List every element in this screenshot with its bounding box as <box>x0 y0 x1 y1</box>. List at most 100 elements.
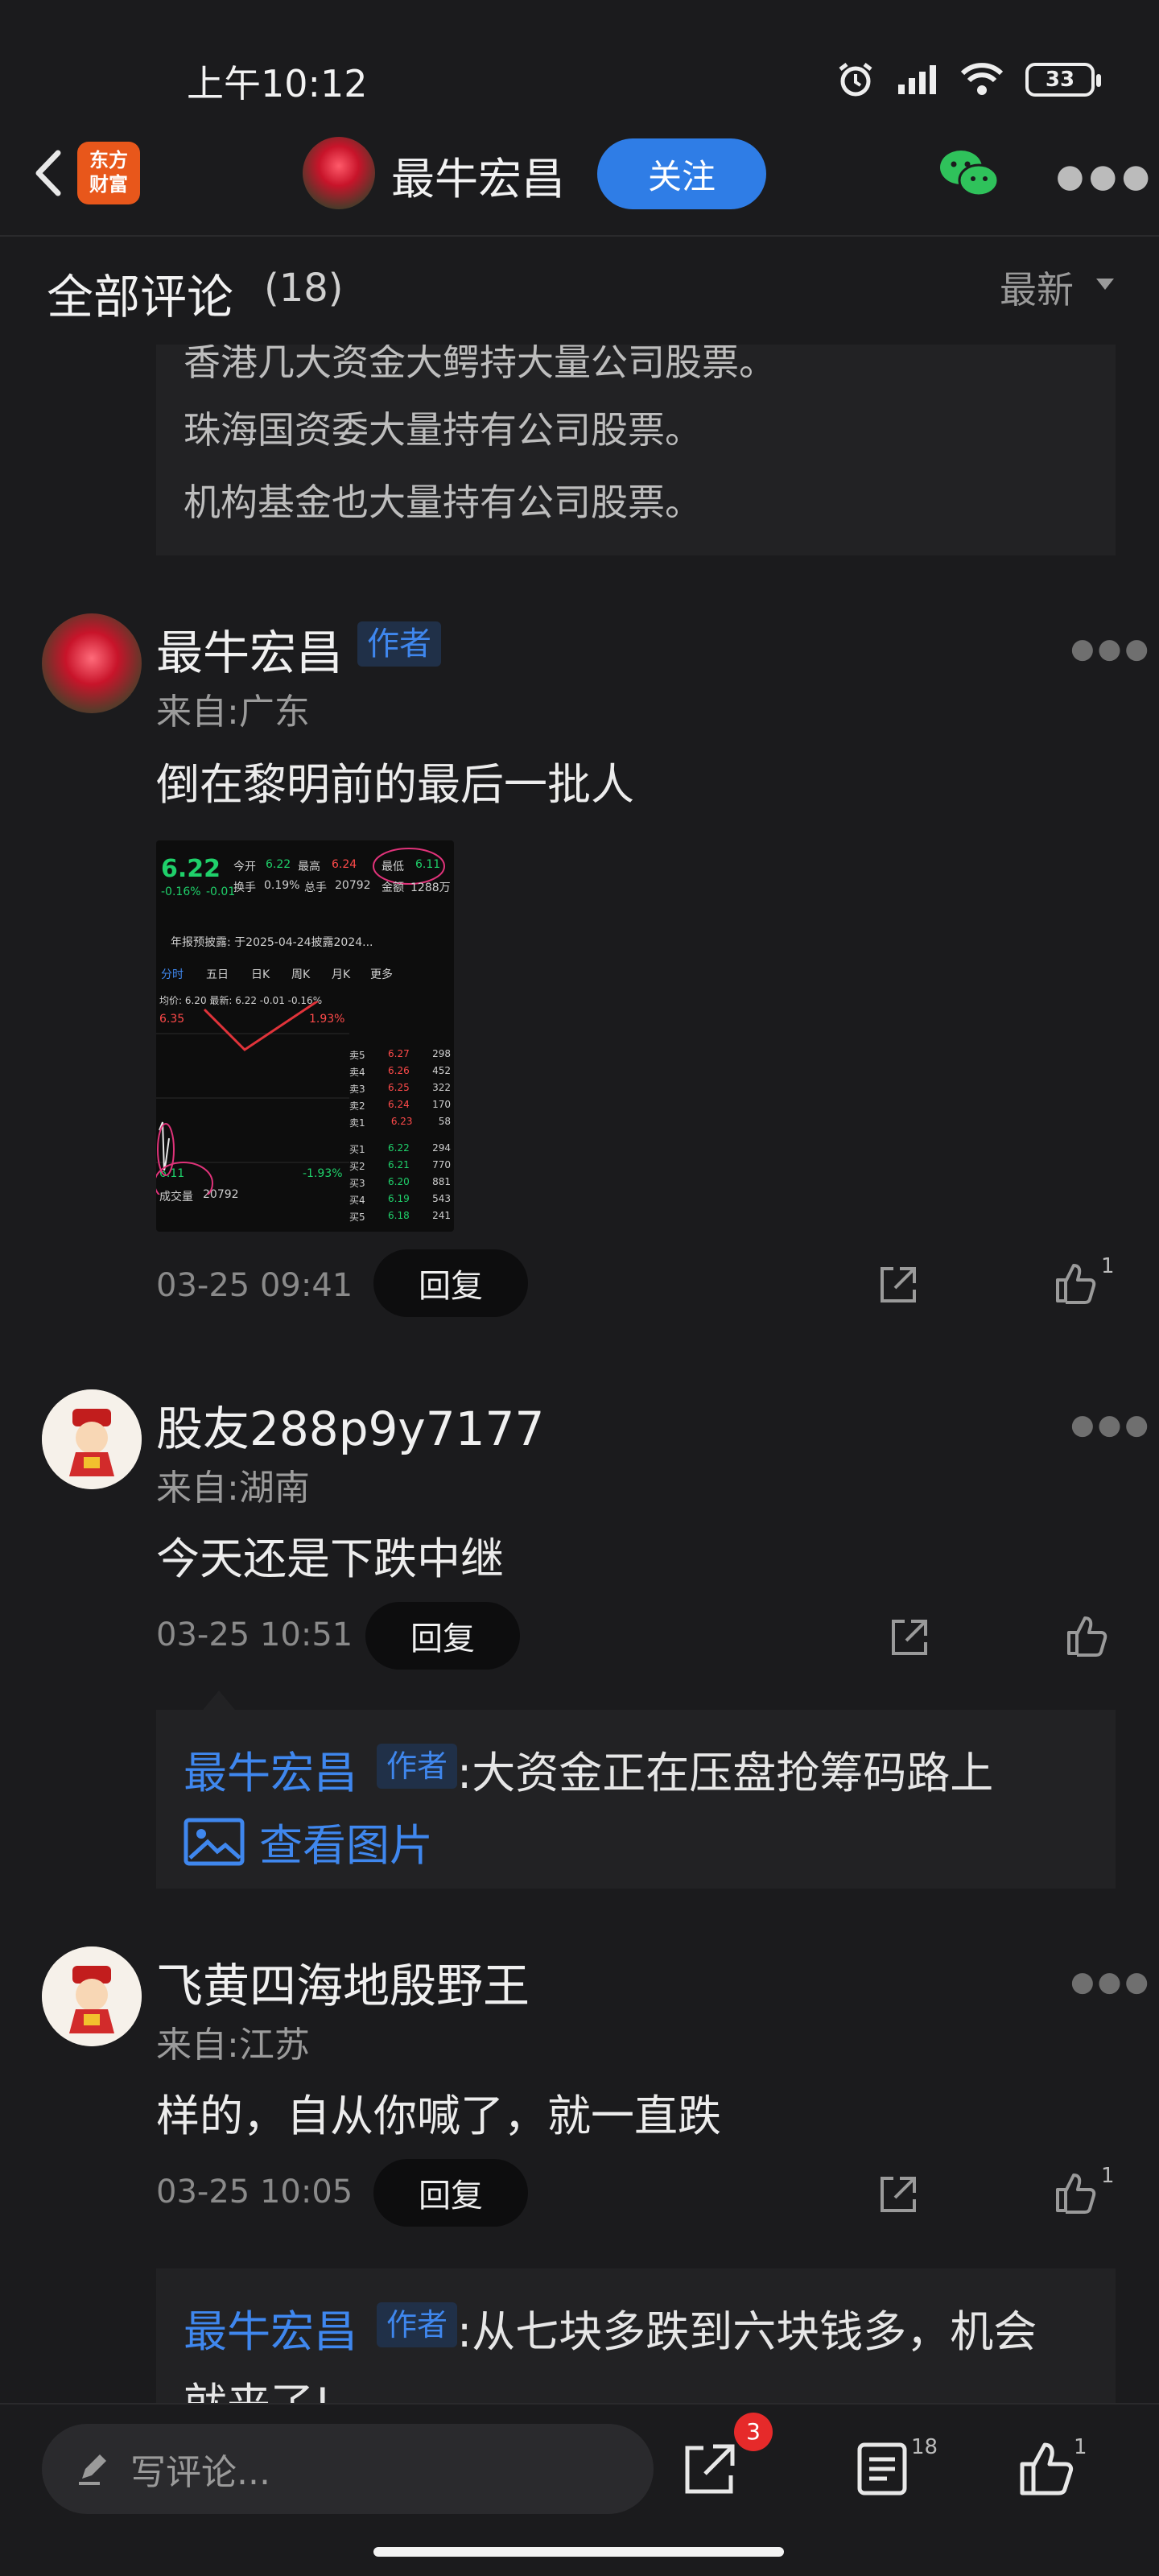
commenter-avatar[interactable] <box>42 613 142 713</box>
like-count: 1 <box>1101 1254 1115 1278</box>
fortune-god-avatar-icon <box>42 1946 142 2046</box>
order-book-volume: 170 <box>432 1099 451 1110</box>
order-book-row: 卖1 6.23 58 <box>349 1116 451 1129</box>
stock-notice: 年报预披露: 于2025-04-24披露2024... <box>171 936 373 949</box>
order-book-row: 卖3 6.25 322 <box>349 1082 451 1096</box>
stock-high-label: 最高 <box>298 861 320 873</box>
stock-amount: 1288万 <box>410 881 451 894</box>
order-book-label: 买4 <box>349 1195 365 1206</box>
commenter-name[interactable]: 股友288p9y7177 <box>156 1391 544 1459</box>
author-badge: 作者 <box>377 2302 458 2347</box>
stock-high: 6.24 <box>332 858 357 871</box>
stock-turnover-label: 换手 <box>233 881 256 894</box>
write-comment-placeholder: 写评论... <box>130 2452 270 2493</box>
image-icon <box>184 1818 245 1865</box>
status-time: 上午10:12 <box>187 62 368 105</box>
like-icon[interactable] <box>1017 2440 1075 2498</box>
share-icon[interactable] <box>681 2440 739 2498</box>
reply-button[interactable]: 回复 <box>373 1249 528 1317</box>
brand-logo-line2: 财富 <box>89 173 128 196</box>
sub-reply-card[interactable]: 最牛宏昌 作者 :大资金正在压盘抢筹码路上 查看图片 <box>156 1690 1116 1889</box>
order-book-row: 买4 6.19 543 <box>349 1193 451 1207</box>
like-icon[interactable] <box>1053 2170 1098 2215</box>
comment-more-icon[interactable]: ●●● <box>1070 1409 1152 1441</box>
write-comment-input[interactable]: 写评论... <box>42 2424 654 2514</box>
order-book-row: 卖2 6.24 170 <box>349 1099 451 1113</box>
commenter-avatar[interactable] <box>42 1946 142 2046</box>
comment-image-stock-chart[interactable]: 6.22 -0.16% -0.01 今开 6.22 最高 6.24 最低 6.1… <box>156 840 454 1232</box>
like-count: 1 <box>1101 2164 1115 2188</box>
sub-reply-name[interactable]: 最牛宏昌 <box>184 2296 357 2359</box>
stock-volume: 20792 <box>335 879 371 892</box>
order-book-label: 卖4 <box>349 1067 365 1078</box>
like-icon[interactable] <box>1053 1261 1098 1306</box>
comment-time: 03-25 10:51 <box>156 1616 353 1653</box>
top-nav: 东方 财富 最牛宏昌 关注 ●●● <box>0 121 1159 233</box>
brand-logo-line1: 东方 <box>89 149 128 171</box>
author-badge: 作者 <box>357 621 441 667</box>
view-image-label: 查看图片 <box>259 1820 433 1871</box>
author-avatar[interactable] <box>303 137 375 209</box>
share-badge: 3 <box>734 2413 773 2451</box>
comment-more-icon[interactable]: ●●● <box>1070 1966 1152 1998</box>
order-book-row: 买2 6.21 770 <box>349 1159 451 1173</box>
commenter-location: 来自:江苏 <box>156 2025 310 2066</box>
more-options-icon[interactable]: ●●● <box>1056 158 1155 195</box>
fortune-god-avatar-icon <box>42 1389 142 1489</box>
share-icon[interactable] <box>876 2172 921 2217</box>
sub-reply-card[interactable]: 最牛宏昌 作者 :从七块多跌到六块钱多，机会 就来了! <box>156 2268 1116 2403</box>
sub-reply-text-cont: 就来了! <box>184 2368 332 2403</box>
wechat-share-icon[interactable] <box>937 145 1001 201</box>
order-book-label: 卖2 <box>349 1100 365 1112</box>
back-arrow-icon[interactable] <box>23 145 79 201</box>
order-book-row: 买1 6.22 294 <box>349 1142 451 1156</box>
author-name[interactable]: 最牛宏昌 <box>391 143 565 207</box>
battery-level: 33 <box>1045 68 1075 92</box>
brand-logo[interactable]: 东方 财富 <box>77 142 140 204</box>
stock-amount-label: 金额 <box>382 881 404 894</box>
order-book-volume: 881 <box>432 1176 451 1187</box>
comments-list-icon[interactable] <box>853 2440 911 2498</box>
order-book-price: 6.18 <box>388 1210 410 1221</box>
stock-change-abs: -0.01 <box>206 886 236 898</box>
stock-open-label: 今开 <box>233 861 256 873</box>
chevron-down-icon[interactable] <box>1096 279 1114 290</box>
reply-button[interactable]: 回复 <box>365 1602 520 1670</box>
order-book-row: 买3 6.20 881 <box>349 1176 451 1190</box>
stock-price: 6.22 <box>161 855 221 883</box>
stock-tab: 日K <box>251 968 270 981</box>
comment-text: 今天还是下跌中继 <box>156 1534 504 1584</box>
stock-tab: 更多 <box>370 968 393 981</box>
stock-intraday-chart <box>156 1001 349 1195</box>
order-book-label: 卖5 <box>349 1050 365 1061</box>
order-book-label: 卖3 <box>349 1084 365 1095</box>
follow-button[interactable]: 关注 <box>597 138 766 209</box>
share-icon[interactable] <box>876 1262 921 1307</box>
commenter-name[interactable]: 最牛宏昌 <box>156 615 343 683</box>
sort-dropdown[interactable]: 最新 <box>1000 261 1074 314</box>
view-image-link[interactable]: 查看图片 <box>184 1810 433 1873</box>
sub-reply-text: :从七块多跌到六块钱多，机会 <box>457 2306 1037 2357</box>
sub-reply-text: :大资金正在压盘抢筹码路上 <box>457 1748 994 1798</box>
header-divider <box>0 235 1159 237</box>
quoted-reply-card: 香港几大资金大鳄持大量公司股票。 珠海国资委大量持有公司股票。 机构基金也大量持… <box>156 345 1116 555</box>
order-book-price: 6.22 <box>388 1142 410 1154</box>
comments-count: (18) <box>264 266 344 311</box>
home-indicator[interactable] <box>373 2547 784 2557</box>
order-book-volume: 58 <box>438 1116 451 1127</box>
commenter-avatar[interactable] <box>42 1389 142 1489</box>
order-book-label: 买1 <box>349 1144 365 1155</box>
alarm-icon <box>839 63 872 97</box>
comment-more-icon[interactable]: ●●● <box>1070 633 1152 665</box>
commenter-name[interactable]: 飞黄四海地殷野王 <box>156 1948 530 2016</box>
order-book-volume: 294 <box>432 1142 451 1154</box>
order-book-row: 买5 6.18 241 <box>349 1210 451 1224</box>
like-icon[interactable] <box>1064 1613 1109 1658</box>
author-badge: 作者 <box>377 1744 458 1789</box>
sub-reply-name[interactable]: 最牛宏昌 <box>184 1737 357 1801</box>
share-icon[interactable] <box>887 1615 932 1660</box>
sub-reply-pointer <box>203 1690 235 1710</box>
order-book-label: 买3 <box>349 1178 365 1189</box>
stock-tab: 分时 <box>161 968 184 981</box>
reply-button[interactable]: 回复 <box>373 2159 528 2227</box>
